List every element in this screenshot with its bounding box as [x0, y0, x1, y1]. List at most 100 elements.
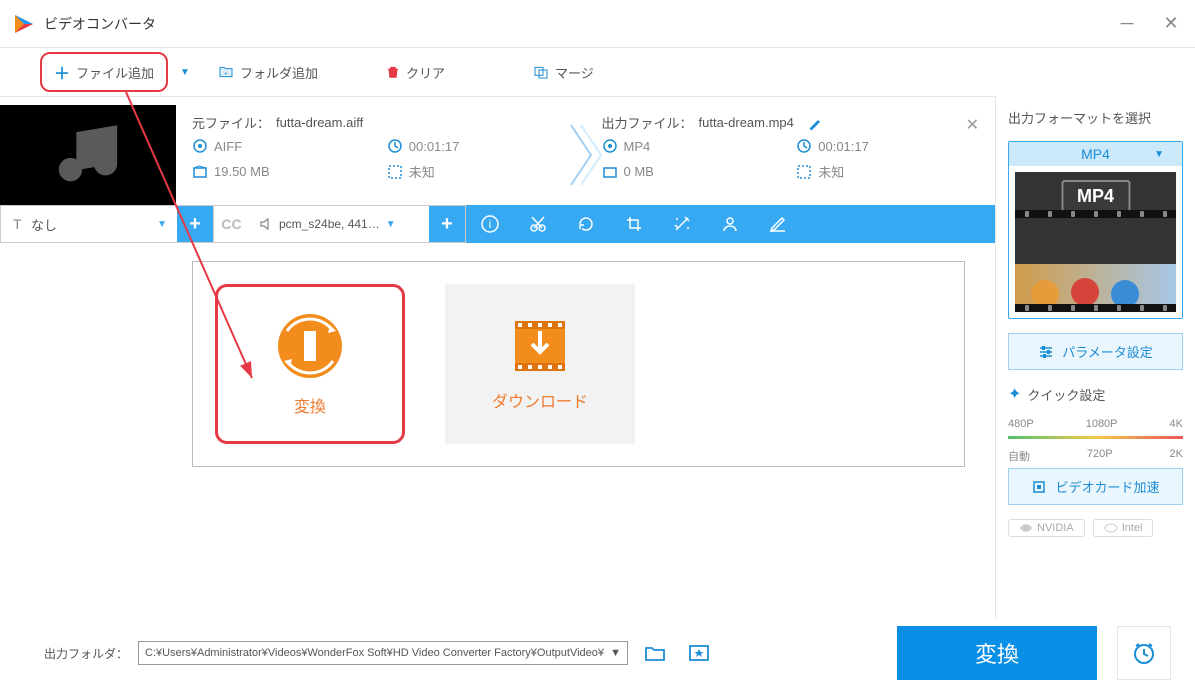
mp4-badge: MP4	[1061, 180, 1130, 213]
audio-codec-value: pcm_s24be, 441…	[279, 217, 380, 231]
svg-text:+: +	[224, 70, 228, 77]
clock-icon	[387, 138, 403, 154]
res-1080p: 1080P	[1086, 418, 1118, 430]
nvidia-badge: NVIDIA	[1008, 519, 1085, 537]
src-duration: 00:01:17	[409, 139, 460, 154]
download-icon	[510, 316, 570, 376]
quality-slider[interactable]: 480P 1080P 4K 自動 720P 2K	[1008, 418, 1183, 454]
rotate-tool[interactable]	[562, 205, 610, 243]
cut-tool[interactable]	[514, 205, 562, 243]
res-4k: 4K	[1170, 418, 1183, 430]
folder-plus-icon: +	[218, 64, 234, 80]
crop-tool[interactable]	[610, 205, 658, 243]
chip-icon	[1031, 479, 1047, 495]
close-button[interactable]: ✕	[1159, 12, 1183, 36]
convert-button[interactable]: 変換	[897, 626, 1097, 680]
gpu-accel-label: ビデオカード加速	[1055, 477, 1159, 496]
download-card-label: ダウンロード	[492, 388, 588, 412]
out-format: MP4	[624, 139, 651, 154]
res-720p: 720P	[1087, 448, 1113, 464]
action-bar: T なし ▼ + CC pcm_s24be, 441… ▼ + i	[0, 205, 995, 243]
convert-card-label: 変換	[294, 393, 326, 417]
remove-file-button[interactable]: ✕	[966, 115, 979, 135]
res-auto: 自動	[1008, 448, 1030, 464]
src-format: AIFF	[214, 139, 242, 154]
clock-icon	[796, 138, 812, 154]
watermark-tool[interactable]	[706, 205, 754, 243]
out-size: 0 MB	[624, 164, 654, 179]
resolution-icon	[387, 164, 403, 180]
add-file-button[interactable]: ＋ ファイル追加	[40, 52, 168, 92]
output-folder-label: 出力フォルダ：	[44, 645, 128, 662]
subtitle-track-select[interactable]: T なし ▼	[1, 206, 177, 242]
download-card[interactable]: ダウンロード	[445, 284, 635, 444]
schedule-button[interactable]	[1117, 626, 1171, 680]
file-item: 元ファイル： futta-dream.aiff AIFF 00:01:17 19…	[0, 96, 995, 205]
convert-icon	[275, 311, 345, 381]
parameter-settings-label: パラメータ設定	[1062, 342, 1153, 361]
effects-tool[interactable]	[658, 205, 706, 243]
text-icon: T	[11, 217, 25, 231]
add-folder-button[interactable]: + フォルダ追加	[218, 63, 318, 82]
add-folder-label: フォルダ追加	[240, 63, 318, 82]
favorites-button[interactable]	[682, 636, 716, 670]
chevron-down-icon: ▼	[1154, 149, 1164, 160]
quick-settings-label: クイック設定	[1027, 385, 1105, 404]
res-480p: 480P	[1008, 418, 1034, 430]
output-file-label: 出力ファイル：	[602, 113, 693, 132]
app-logo-icon	[12, 12, 36, 36]
speaker-icon	[259, 217, 273, 231]
clear-button[interactable]: クリア	[386, 63, 445, 82]
conversion-arrow-icon	[566, 115, 606, 195]
output-format-button[interactable]: MP4 ▼ MP4	[1008, 141, 1183, 319]
music-note-icon	[53, 120, 123, 190]
merge-icon	[533, 64, 549, 80]
format-icon	[192, 138, 208, 154]
svg-text:i: i	[489, 217, 492, 231]
output-folder-path: C:¥Users¥Administrator¥Videos¥WonderFox …	[145, 647, 604, 659]
svg-text:T: T	[13, 216, 22, 232]
add-subtitle-button[interactable]: +	[177, 206, 213, 242]
src-resolution: 未知	[409, 162, 435, 181]
format-thumbnail: MP4	[1015, 172, 1176, 312]
source-file-label: 元ファイル：	[192, 113, 270, 132]
format-name: MP4	[1081, 146, 1110, 162]
merge-label: マージ	[555, 63, 594, 82]
cc-button[interactable]: CC	[213, 206, 249, 242]
chevron-down-icon: ▼	[157, 219, 167, 230]
out-duration: 00:01:17	[818, 139, 869, 154]
res-2k: 2K	[1170, 448, 1183, 464]
plus-icon: ＋	[54, 60, 70, 84]
window-title: ビデオコンバータ	[44, 14, 1115, 34]
minimize-button[interactable]: ─	[1115, 12, 1139, 36]
source-file-name: futta-dream.aiff	[276, 115, 363, 130]
parameter-settings-button[interactable]: パラメータ設定	[1008, 333, 1183, 370]
size-icon	[192, 164, 208, 180]
add-file-dropdown[interactable]: ▼	[180, 67, 190, 78]
edit-tool[interactable]	[754, 205, 802, 243]
plus-icon: ✦	[1008, 384, 1021, 404]
gpu-accel-button[interactable]: ビデオカード加速	[1008, 468, 1183, 505]
clear-label: クリア	[406, 63, 445, 82]
trash-icon	[386, 64, 400, 80]
output-format-label: 出力フォーマットを選択	[1008, 108, 1183, 127]
chevron-down-icon: ▼	[386, 219, 396, 230]
file-thumbnail[interactable]	[0, 105, 176, 205]
chevron-down-icon: ▼	[610, 647, 621, 659]
convert-card[interactable]: 変換	[215, 284, 405, 444]
output-folder-select[interactable]: C:¥Users¥Administrator¥Videos¥WonderFox …	[138, 641, 628, 665]
resolution-icon	[796, 164, 812, 180]
open-folder-button[interactable]	[638, 636, 672, 670]
src-size: 19.50 MB	[214, 164, 270, 179]
audio-track-select[interactable]: pcm_s24be, 441… ▼	[249, 206, 429, 242]
rename-button[interactable]	[808, 116, 822, 130]
add-audio-button[interactable]: +	[429, 206, 465, 242]
out-resolution: 未知	[818, 162, 844, 181]
intel-badge: Intel	[1093, 519, 1154, 537]
add-file-label: ファイル追加	[76, 63, 154, 82]
drop-zone[interactable]: 変換 ダウンロード	[192, 261, 965, 467]
sliders-icon	[1038, 344, 1054, 360]
merge-button[interactable]: マージ	[533, 63, 594, 82]
info-tool[interactable]: i	[466, 205, 514, 243]
subtitle-track-value: なし	[31, 215, 57, 234]
